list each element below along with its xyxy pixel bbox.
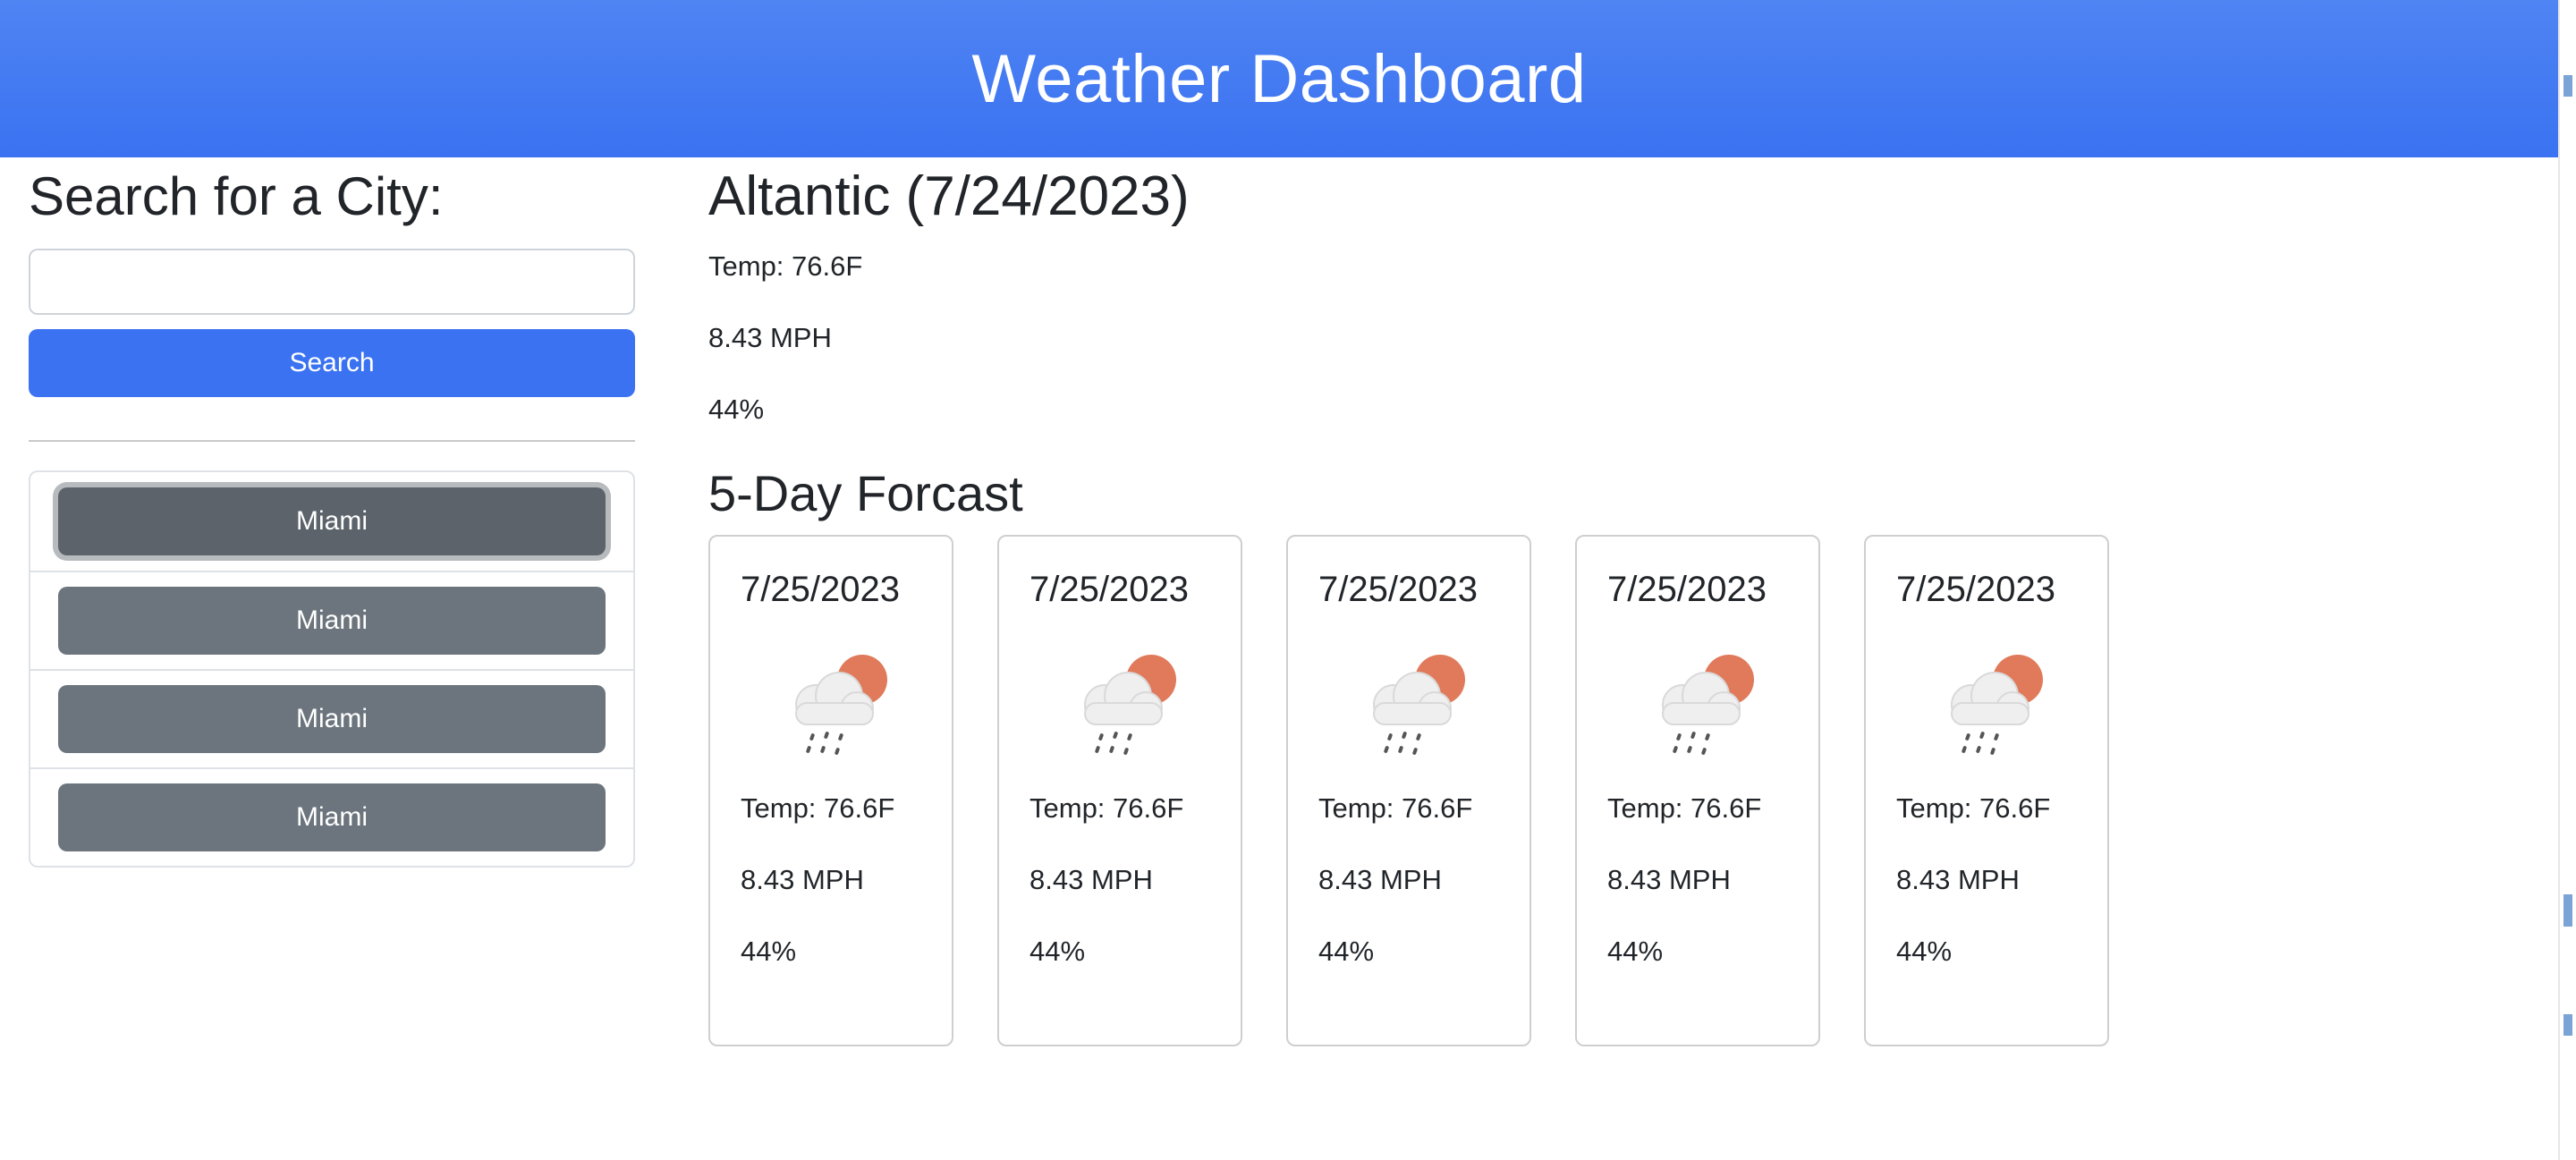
search-sidebar: Search for a City: Search Miami Miami Mi… (29, 157, 635, 868)
forecast-card: 7/25/2023 Temp: 76.6F 8.43 MPH 44% (1864, 535, 2109, 1046)
forecast-card: 7/25/2023 Temp: 76.6F 8.43 MPH 44% (708, 535, 953, 1046)
forecast-humidity: 44% (1318, 936, 1375, 967)
search-heading: Search for a City: (29, 166, 444, 226)
cloud-rain-sun-icon (1932, 646, 2048, 762)
forecast-card: 7/25/2023 Temp: 76.6F 8.43 MPH 44% (997, 535, 1242, 1046)
forecast-card: 7/25/2023 Temp: 76.6F 8.43 MPH 44% (1286, 535, 1531, 1046)
forecast-date: 7/25/2023 (1030, 570, 1189, 609)
forecast-title: 5-Day Forcast (708, 465, 1023, 521)
current-humidity: 44% (708, 394, 765, 425)
current-city-title: Altantic (7/24/2023) (708, 165, 1190, 227)
weather-main: Altantic (7/24/2023) Temp: 76.6F 8.43 MP… (708, 157, 2318, 1046)
forecast-wind: 8.43 MPH (1607, 864, 1731, 895)
history-button[interactable]: Miami (58, 587, 606, 655)
cloud-rain-sun-icon (776, 646, 893, 762)
cloud-rain-sun-icon (1065, 646, 1182, 762)
forecast-humidity: 44% (741, 936, 797, 967)
current-temp: Temp: 76.6F (708, 250, 863, 282)
forecast-temp: Temp: 76.6F (741, 792, 895, 824)
search-button[interactable]: Search (29, 329, 635, 397)
forecast-wind: 8.43 MPH (1896, 864, 2020, 895)
page-header: Weather Dashboard (0, 0, 2558, 157)
window-edge (2558, 0, 2576, 1160)
forecast-wind: 8.43 MPH (1030, 864, 1153, 895)
page-title: Weather Dashboard (971, 40, 1587, 117)
list-item: Miami (30, 669, 633, 767)
cloud-rain-sun-icon (1643, 646, 1759, 762)
edge-marker (2563, 75, 2572, 97)
forecast-temp: Temp: 76.6F (1607, 792, 1762, 824)
forecast-humidity: 44% (1896, 936, 1953, 967)
forecast-temp: Temp: 76.6F (1896, 792, 2051, 824)
list-item: Miami (30, 571, 633, 669)
forecast-date: 7/25/2023 (1607, 570, 1767, 609)
forecast-date: 7/25/2023 (1318, 570, 1478, 609)
city-search-input[interactable] (29, 249, 635, 315)
edge-marker (2563, 1014, 2572, 1036)
divider (29, 440, 635, 442)
forecast-humidity: 44% (1030, 936, 1086, 967)
cloud-rain-sun-icon (1354, 646, 1470, 762)
list-item: Miami (30, 767, 633, 866)
history-button[interactable]: Miami (58, 685, 606, 753)
history-button[interactable]: Miami (58, 487, 606, 555)
forecast-card: 7/25/2023 Temp: 76.6F 8.43 MPH 44% (1575, 535, 1820, 1046)
list-item: Miami (30, 472, 633, 571)
forecast-date: 7/25/2023 (741, 570, 900, 609)
history-button[interactable]: Miami (58, 783, 606, 851)
forecast-humidity: 44% (1607, 936, 1664, 967)
search-history-list: Miami Miami Miami Miami (29, 470, 635, 868)
forecast-date: 7/25/2023 (1896, 570, 2055, 609)
forecast-wind: 8.43 MPH (741, 864, 864, 895)
forecast-temp: Temp: 76.6F (1318, 792, 1473, 824)
forecast-wind: 8.43 MPH (1318, 864, 1442, 895)
forecast-cards: 7/25/2023 Temp: 76.6F 8.43 MPH 44% 7/25/… (708, 535, 2318, 1046)
edge-marker (2563, 894, 2572, 927)
current-wind: 8.43 MPH (708, 322, 832, 353)
forecast-temp: Temp: 76.6F (1030, 792, 1184, 824)
